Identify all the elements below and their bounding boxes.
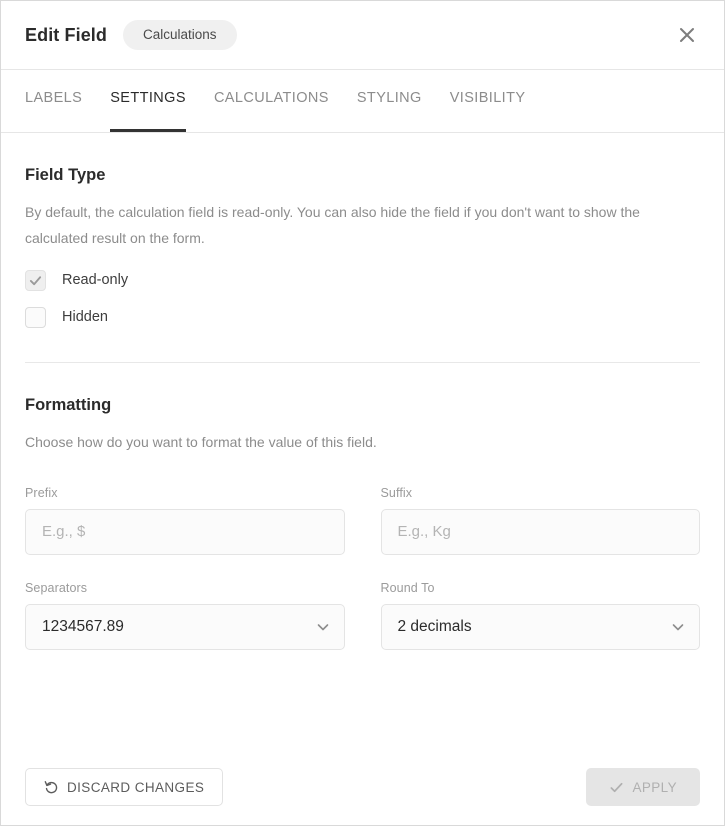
- section-divider: [25, 361, 700, 363]
- dialog-title: Edit Field: [25, 24, 107, 45]
- separators-field-block: Separators 1234567.89: [25, 581, 345, 650]
- read-only-checkbox[interactable]: [25, 269, 46, 291]
- prefix-field-block: Prefix: [25, 486, 345, 555]
- edit-field-dialog: Edit Field Calculations LABELS SETTINGS …: [0, 0, 725, 826]
- tab-label: SETTINGS: [110, 90, 186, 106]
- separators-label: Separators: [25, 580, 88, 595]
- round-to-select-wrap: 2 decimals: [380, 603, 700, 650]
- round-to-select[interactable]: 2 decimals: [380, 603, 700, 650]
- prefix-label: Prefix: [25, 485, 58, 500]
- formatting-heading: Formatting: [25, 395, 112, 414]
- tab-label: CALCULATIONS: [213, 90, 329, 106]
- prefix-input[interactable]: [25, 508, 345, 555]
- dialog-footer: DISCARD CHANGES APPLY: [1, 749, 724, 825]
- close-button[interactable]: [670, 18, 704, 52]
- tab-label: LABELS: [25, 90, 83, 106]
- suffix-field-block: Suffix: [380, 485, 700, 555]
- formatting-grid: Prefix Suffix Separators 1234567.89: [25, 486, 700, 676]
- check-icon: [29, 274, 42, 287]
- checkbox-row-read-only[interactable]: Read-only: [25, 269, 700, 291]
- tab-calculations[interactable]: CALCULATIONS: [214, 70, 329, 132]
- tab-label: STYLING: [356, 90, 422, 106]
- field-type-description: By default, the calculation field is rea…: [25, 204, 640, 246]
- discard-changes-button[interactable]: DISCARD CHANGES: [25, 768, 224, 806]
- formatting-description: Choose how do you want to format the val…: [25, 433, 377, 450]
- round-to-label: Round To: [380, 580, 435, 595]
- discard-changes-label: DISCARD CHANGES: [67, 779, 205, 795]
- dialog-body: Field Type By default, the calculation f…: [1, 133, 724, 749]
- round-to-field-block: Round To 2 decimals: [380, 580, 700, 650]
- apply-button[interactable]: APPLY: [586, 768, 700, 806]
- tab-styling[interactable]: STYLING: [357, 70, 422, 132]
- checkbox-row-hidden[interactable]: Hidden: [25, 306, 700, 328]
- tab-visibility[interactable]: VISIBILITY: [450, 70, 526, 132]
- suffix-label: Suffix: [380, 485, 413, 500]
- check-icon: [609, 780, 624, 795]
- tab-label: VISIBILITY: [449, 90, 526, 106]
- separators-select-wrap: 1234567.89: [25, 603, 345, 650]
- dialog-header: Edit Field Calculations: [1, 1, 724, 70]
- field-type-chip: Calculations: [123, 20, 237, 50]
- tab-settings[interactable]: SETTINGS: [110, 70, 186, 132]
- hidden-checkbox[interactable]: [25, 306, 46, 328]
- undo-icon: [44, 780, 59, 795]
- separators-value: 1234567.89: [42, 617, 124, 635]
- separators-select[interactable]: 1234567.89: [25, 603, 345, 650]
- apply-label: APPLY: [632, 779, 677, 795]
- read-only-label: Read-only: [62, 272, 129, 289]
- tab-labels[interactable]: LABELS: [25, 70, 82, 132]
- round-to-value: 2 decimals: [397, 617, 472, 635]
- tab-bar: LABELS SETTINGS CALCULATIONS STYLING VIS…: [1, 70, 724, 133]
- hidden-label: Hidden: [62, 309, 108, 326]
- field-type-heading: Field Type: [25, 166, 106, 184]
- close-icon: [678, 26, 696, 44]
- suffix-input[interactable]: [380, 508, 700, 555]
